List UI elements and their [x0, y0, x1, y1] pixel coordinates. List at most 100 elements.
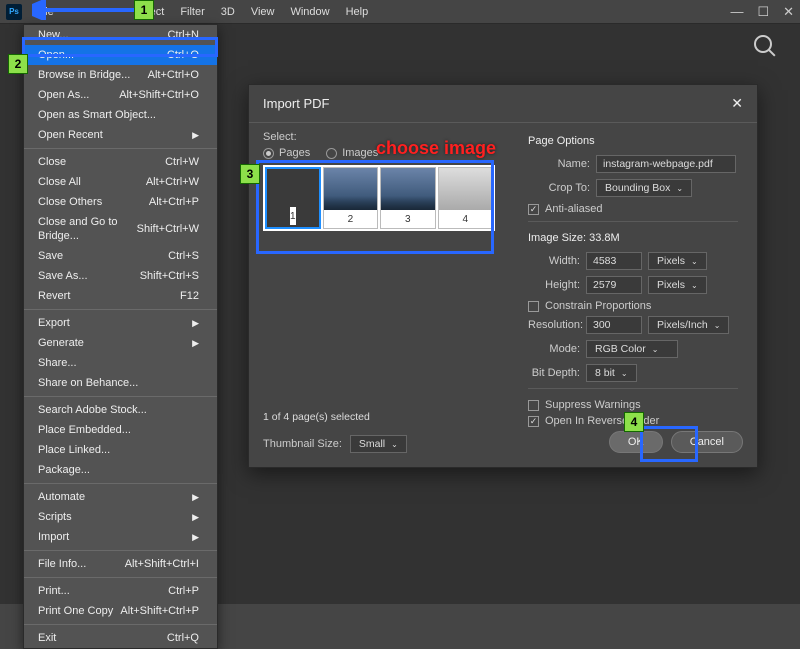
constrain-checkbox[interactable]: Constrain Proportions — [528, 300, 738, 312]
name-label: Name: — [528, 158, 590, 170]
resolution-input[interactable]: 300 — [586, 316, 642, 334]
menu-open-recent[interactable]: Open Recent▶ — [24, 125, 217, 145]
menu-filter[interactable]: Filter — [172, 0, 212, 24]
separator — [24, 483, 217, 484]
menu-3d[interactable]: 3D — [213, 0, 243, 24]
chevron-down-icon: ⌄ — [391, 440, 398, 449]
menu-import[interactable]: Import▶ — [24, 527, 217, 547]
separator — [24, 148, 217, 149]
menu-generate[interactable]: Generate▶ — [24, 333, 217, 353]
height-label: Height: — [528, 279, 580, 291]
bit-depth-select[interactable]: 8 bit⌄ — [586, 364, 637, 382]
crop-select[interactable]: Bounding Box⌄ — [596, 179, 692, 197]
menu-browse-bridge[interactable]: Browse in Bridge...Alt+Ctrl+O — [24, 65, 217, 85]
thumbnail-size-select[interactable]: Small⌄ — [350, 435, 407, 453]
annotation-choose-image: choose image — [376, 138, 496, 159]
menu-open-as[interactable]: Open As...Alt+Shift+Ctrl+O — [24, 85, 217, 105]
chevron-down-icon: ⌄ — [676, 184, 683, 193]
radio-images[interactable]: Images — [326, 147, 378, 159]
file-menu-dropdown: New...Ctrl+N Open...Ctrl+O Browse in Bri… — [23, 24, 218, 649]
cancel-button[interactable]: Cancel — [671, 431, 743, 453]
resolution-label: Resolution: — [528, 319, 580, 331]
menu-view[interactable]: View — [243, 0, 283, 24]
menu-save[interactable]: SaveCtrl+S — [24, 246, 217, 266]
chevron-right-icon: ▶ — [192, 530, 199, 544]
chevron-down-icon: ⌄ — [714, 321, 721, 330]
chevron-right-icon: ▶ — [192, 128, 199, 142]
dialog-close-icon[interactable]: ✕ — [731, 95, 743, 112]
separator — [24, 550, 217, 551]
menu-new[interactable]: New...Ctrl+N — [24, 25, 217, 45]
menu-automate[interactable]: Automate▶ — [24, 487, 217, 507]
menu-revert[interactable]: RevertF12 — [24, 286, 217, 306]
separator — [24, 624, 217, 625]
thumbnail-3[interactable]: 3 — [380, 167, 435, 229]
mode-label: Mode: — [528, 343, 580, 355]
checkbox-off-icon — [528, 301, 539, 312]
checkbox-off-icon — [528, 400, 539, 411]
chevron-right-icon: ▶ — [192, 510, 199, 524]
thumbnail-4[interactable]: 4 — [438, 167, 493, 229]
minimize-icon[interactable]: — — [730, 4, 743, 20]
menu-place-embedded[interactable]: Place Embedded... — [24, 420, 217, 440]
menu-exit[interactable]: ExitCtrl+Q — [24, 628, 217, 648]
menu-print[interactable]: Print...Ctrl+P — [24, 581, 217, 601]
menu-place-linked[interactable]: Place Linked... — [24, 440, 217, 460]
thumbnail-2[interactable]: 2 — [323, 167, 378, 229]
app-logo: Ps — [6, 4, 22, 20]
ok-button[interactable]: OK — [609, 431, 663, 453]
menu-print-one[interactable]: Print One CopyAlt+Shift+Ctrl+P — [24, 601, 217, 621]
radio-off-icon — [326, 148, 337, 159]
radio-on-icon — [263, 148, 274, 159]
menu-open[interactable]: Open...Ctrl+O — [24, 45, 217, 65]
chevron-right-icon: ▶ — [192, 316, 199, 330]
thumbnail-1[interactable]: 1 — [265, 167, 321, 229]
image-size-header: Image Size: 33.8M — [528, 232, 738, 244]
annotation-step-3: 3 — [240, 164, 260, 184]
menu-close-bridge[interactable]: Close and Go to Bridge...Shift+Ctrl+W — [24, 212, 217, 246]
menu-export[interactable]: Export▶ — [24, 313, 217, 333]
menu-file-info[interactable]: File Info...Alt+Shift+Ctrl+I — [24, 554, 217, 574]
dialog-title: Import PDF — [263, 96, 329, 111]
selection-status: 1 of 4 page(s) selected — [263, 411, 522, 423]
separator — [528, 388, 738, 389]
annotation-step-1: 1 — [134, 0, 154, 20]
name-input[interactable]: instagram-webpage.pdf — [596, 155, 736, 173]
width-input[interactable]: 4583 — [586, 252, 642, 270]
chevron-down-icon: ⌄ — [652, 345, 659, 354]
menu-search-stock[interactable]: Search Adobe Stock... — [24, 400, 217, 420]
window-controls: — ☐ ✕ — [730, 4, 794, 20]
menu-save-as[interactable]: Save As...Shift+Ctrl+S — [24, 266, 217, 286]
separator — [24, 396, 217, 397]
menu-help[interactable]: Help — [338, 0, 377, 24]
height-unit-select[interactable]: Pixels⌄ — [648, 276, 707, 294]
menu-share[interactable]: Share... — [24, 353, 217, 373]
height-input[interactable]: 2579 — [586, 276, 642, 294]
width-unit-select[interactable]: Pixels⌄ — [648, 252, 707, 270]
chevron-right-icon: ▶ — [192, 336, 199, 350]
menu-close-others[interactable]: Close OthersAlt+Ctrl+P — [24, 192, 217, 212]
search-icon[interactable] — [754, 35, 772, 53]
menu-close-all[interactable]: Close AllAlt+Ctrl+W — [24, 172, 217, 192]
close-window-icon[interactable]: ✕ — [783, 4, 794, 20]
menu-open-smart[interactable]: Open as Smart Object... — [24, 105, 217, 125]
menu-scripts[interactable]: Scripts▶ — [24, 507, 217, 527]
chevron-down-icon: ⌄ — [691, 281, 698, 290]
menu-share-behance[interactable]: Share on Behance... — [24, 373, 217, 393]
resolution-unit-select[interactable]: Pixels/Inch⌄ — [648, 316, 729, 334]
width-label: Width: — [528, 255, 580, 267]
separator — [24, 309, 217, 310]
chevron-right-icon: ▶ — [192, 490, 199, 504]
menu-package[interactable]: Package... — [24, 460, 217, 480]
radio-pages[interactable]: Pages — [263, 147, 310, 159]
checkbox-on-icon — [528, 204, 539, 215]
menu-window[interactable]: Window — [282, 0, 337, 24]
mode-select[interactable]: RGB Color⌄ — [586, 340, 678, 358]
menu-close[interactable]: CloseCtrl+W — [24, 152, 217, 172]
suppress-warnings-checkbox[interactable]: Suppress Warnings — [528, 399, 738, 411]
maximize-icon[interactable]: ☐ — [757, 4, 769, 20]
chevron-down-icon: ⌄ — [621, 369, 628, 378]
thumbnail-grid: 1 2 3 4 — [263, 165, 495, 231]
checkbox-on-icon — [528, 416, 539, 427]
anti-aliased-checkbox[interactable]: Anti-aliased — [528, 203, 738, 215]
